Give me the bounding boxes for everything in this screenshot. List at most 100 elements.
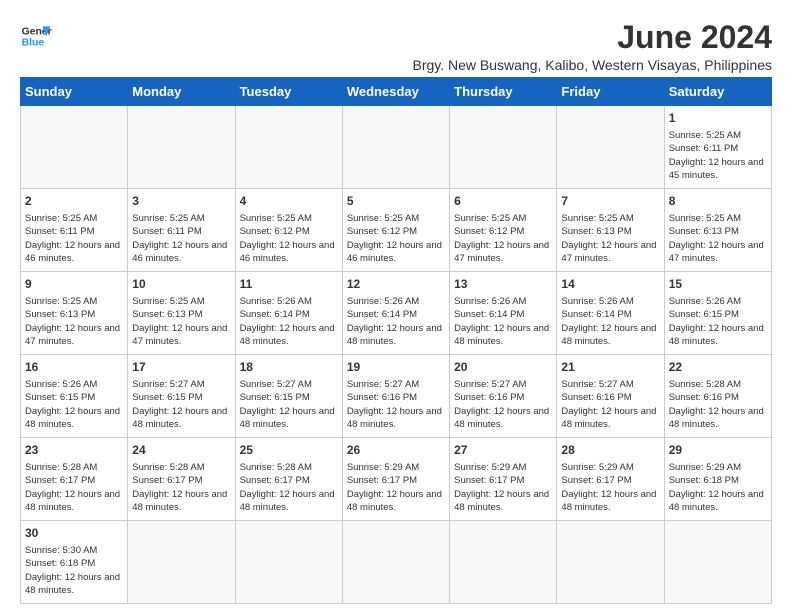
location-subtitle: Brgy. New Buswang, Kalibo, Western Visay… bbox=[412, 57, 772, 73]
table-row bbox=[21, 106, 128, 189]
day-number: 28 bbox=[561, 442, 659, 459]
day-info: Sunrise: 5:26 AMSunset: 6:15 PMDaylight:… bbox=[669, 296, 764, 347]
table-row bbox=[128, 106, 235, 189]
day-number: 26 bbox=[347, 442, 445, 459]
day-number: 8 bbox=[669, 193, 767, 210]
day-number: 6 bbox=[454, 193, 552, 210]
table-row: 22 Sunrise: 5:28 AMSunset: 6:16 PMDayligh… bbox=[664, 355, 771, 438]
day-info: Sunrise: 5:27 AMSunset: 6:15 PMDaylight:… bbox=[132, 379, 227, 430]
day-number: 19 bbox=[347, 359, 445, 376]
table-row bbox=[450, 521, 557, 604]
month-year-title: June 2024 bbox=[412, 20, 772, 55]
table-row: 24 Sunrise: 5:28 AMSunset: 6:17 PMDayligh… bbox=[128, 438, 235, 521]
day-info: Sunrise: 5:27 AMSunset: 6:16 PMDaylight:… bbox=[347, 379, 442, 430]
header-sunday: Sunday bbox=[21, 78, 128, 106]
day-number: 22 bbox=[669, 359, 767, 376]
table-row: 3 Sunrise: 5:25 AMSunset: 6:11 PMDaylight… bbox=[128, 189, 235, 272]
day-number: 27 bbox=[454, 442, 552, 459]
day-number: 29 bbox=[669, 442, 767, 459]
day-info: Sunrise: 5:28 AMSunset: 6:16 PMDaylight:… bbox=[669, 379, 764, 430]
day-number: 5 bbox=[347, 193, 445, 210]
day-number: 1 bbox=[669, 110, 767, 127]
day-number: 12 bbox=[347, 276, 445, 293]
table-row: 29Sunrise: 5:29 AMSunset: 6:18 PMDayligh… bbox=[664, 438, 771, 521]
calendar-week-row: 2Sunrise: 5:25 AMSunset: 6:11 PMDaylight… bbox=[21, 189, 772, 272]
table-row: 20 Sunrise: 5:27 AMSunset: 6:16 PMDayligh… bbox=[450, 355, 557, 438]
calendar-container: General Blue June 2024 Brgy. New Buswang… bbox=[0, 0, 792, 614]
table-row: 14 Sunrise: 5:26 AMSunset: 6:14 PMDayligh… bbox=[557, 272, 664, 355]
day-number: 10 bbox=[132, 276, 230, 293]
day-number: 16 bbox=[25, 359, 123, 376]
day-info: Sunrise: 5:25 AMSunset: 6:11 PMDaylight:… bbox=[669, 130, 764, 181]
calendar-week-row: 1 Sunrise: 5:25 AMSunset: 6:11 PMDaylight… bbox=[21, 106, 772, 189]
table-row: 12 Sunrise: 5:26 AMSunset: 6:14 PMDayligh… bbox=[342, 272, 449, 355]
table-row: 16Sunrise: 5:26 AMSunset: 6:15 PMDayligh… bbox=[21, 355, 128, 438]
day-number: 17 bbox=[132, 359, 230, 376]
header-wednesday: Wednesday bbox=[342, 78, 449, 106]
day-info: Sunrise: 5:29 AMSunset: 6:17 PMDaylight:… bbox=[561, 462, 656, 513]
table-row: 25Sunrise: 5:28 AMSunset: 6:17 PMDayligh… bbox=[235, 438, 342, 521]
calendar-week-row: 9 Sunrise: 5:25 AMSunset: 6:13 PMDaylight… bbox=[21, 272, 772, 355]
day-info: Sunrise: 5:29 AMSunset: 6:17 PMDaylight:… bbox=[454, 462, 549, 513]
header-monday: Monday bbox=[128, 78, 235, 106]
title-block: June 2024 Brgy. New Buswang, Kalibo, Wes… bbox=[412, 20, 772, 73]
table-row bbox=[557, 521, 664, 604]
day-info: Sunrise: 5:26 AMSunset: 6:14 PMDaylight:… bbox=[561, 296, 656, 347]
day-info: Sunrise: 5:25 AMSunset: 6:12 PMDaylight:… bbox=[240, 213, 335, 264]
day-info: Sunrise: 5:30 AMSunset: 6:18 PMDaylight:… bbox=[25, 545, 120, 596]
table-row: 13 Sunrise: 5:26 AMSunset: 6:14 PMDayligh… bbox=[450, 272, 557, 355]
day-info: Sunrise: 5:27 AMSunset: 6:16 PMDaylight:… bbox=[454, 379, 549, 430]
calendar-week-row: 16Sunrise: 5:26 AMSunset: 6:15 PMDayligh… bbox=[21, 355, 772, 438]
day-number: 3 bbox=[132, 193, 230, 210]
svg-text:Blue: Blue bbox=[22, 38, 45, 49]
calendar-week-row: 23 Sunrise: 5:28 AMSunset: 6:17 PMDayligh… bbox=[21, 438, 772, 521]
day-number: 24 bbox=[132, 442, 230, 459]
day-info: Sunrise: 5:26 AMSunset: 6:14 PMDaylight:… bbox=[454, 296, 549, 347]
day-number: 7 bbox=[561, 193, 659, 210]
day-info: Sunrise: 5:28 AMSunset: 6:17 PMDaylight:… bbox=[240, 462, 335, 513]
table-row: 10 Sunrise: 5:25 AMSunset: 6:13 PMDayligh… bbox=[128, 272, 235, 355]
day-info: Sunrise: 5:25 AMSunset: 6:13 PMDaylight:… bbox=[25, 296, 120, 347]
day-info: Sunrise: 5:25 AMSunset: 6:11 PMDaylight:… bbox=[132, 213, 227, 264]
day-number: 20 bbox=[454, 359, 552, 376]
day-info: Sunrise: 5:25 AMSunset: 6:12 PMDaylight:… bbox=[454, 213, 549, 264]
day-info: Sunrise: 5:25 AMSunset: 6:13 PMDaylight:… bbox=[669, 213, 764, 264]
table-row: 15 Sunrise: 5:26 AMSunset: 6:15 PMDayligh… bbox=[664, 272, 771, 355]
day-number: 9 bbox=[25, 276, 123, 293]
table-row bbox=[342, 106, 449, 189]
table-row: 2Sunrise: 5:25 AMSunset: 6:11 PMDaylight… bbox=[21, 189, 128, 272]
table-row bbox=[342, 521, 449, 604]
day-number: 23 bbox=[25, 442, 123, 459]
table-row: 4Sunrise: 5:25 AMSunset: 6:12 PMDaylight… bbox=[235, 189, 342, 272]
day-number: 13 bbox=[454, 276, 552, 293]
day-info: Sunrise: 5:28 AMSunset: 6:17 PMDaylight:… bbox=[25, 462, 120, 513]
calendar-header-row: Sunday Monday Tuesday Wednesday Thursday… bbox=[21, 78, 772, 106]
table-row bbox=[235, 521, 342, 604]
day-info: Sunrise: 5:26 AMSunset: 6:14 PMDaylight:… bbox=[240, 296, 335, 347]
table-row: 30 Sunrise: 5:30 AMSunset: 6:18 PMDayligh… bbox=[21, 521, 128, 604]
day-info: Sunrise: 5:25 AMSunset: 6:12 PMDaylight:… bbox=[347, 213, 442, 264]
day-number: 14 bbox=[561, 276, 659, 293]
table-row: 23 Sunrise: 5:28 AMSunset: 6:17 PMDayligh… bbox=[21, 438, 128, 521]
day-number: 30 bbox=[25, 525, 123, 542]
table-row: 17 Sunrise: 5:27 AMSunset: 6:15 PMDayligh… bbox=[128, 355, 235, 438]
table-row: 28 Sunrise: 5:29 AMSunset: 6:17 PMDayligh… bbox=[557, 438, 664, 521]
table-row: 27 Sunrise: 5:29 AMSunset: 6:17 PMDayligh… bbox=[450, 438, 557, 521]
day-info: Sunrise: 5:28 AMSunset: 6:17 PMDaylight:… bbox=[132, 462, 227, 513]
table-row bbox=[235, 106, 342, 189]
day-info: Sunrise: 5:25 AMSunset: 6:11 PMDaylight:… bbox=[25, 213, 120, 264]
day-info: Sunrise: 5:25 AMSunset: 6:13 PMDaylight:… bbox=[132, 296, 227, 347]
day-number: 15 bbox=[669, 276, 767, 293]
day-info: Sunrise: 5:26 AMSunset: 6:14 PMDaylight:… bbox=[347, 296, 442, 347]
table-row bbox=[128, 521, 235, 604]
table-row bbox=[664, 521, 771, 604]
header-row: General Blue June 2024 Brgy. New Buswang… bbox=[20, 20, 772, 73]
table-row: 26Sunrise: 5:29 AMSunset: 6:17 PMDayligh… bbox=[342, 438, 449, 521]
table-row: 9 Sunrise: 5:25 AMSunset: 6:13 PMDaylight… bbox=[21, 272, 128, 355]
logo: General Blue bbox=[20, 20, 52, 52]
day-info: Sunrise: 5:25 AMSunset: 6:13 PMDaylight:… bbox=[561, 213, 656, 264]
table-row: 6 Sunrise: 5:25 AMSunset: 6:12 PMDaylight… bbox=[450, 189, 557, 272]
header-friday: Friday bbox=[557, 78, 664, 106]
generalblue-logo-icon: General Blue bbox=[20, 20, 52, 52]
table-row: 1 Sunrise: 5:25 AMSunset: 6:11 PMDaylight… bbox=[664, 106, 771, 189]
